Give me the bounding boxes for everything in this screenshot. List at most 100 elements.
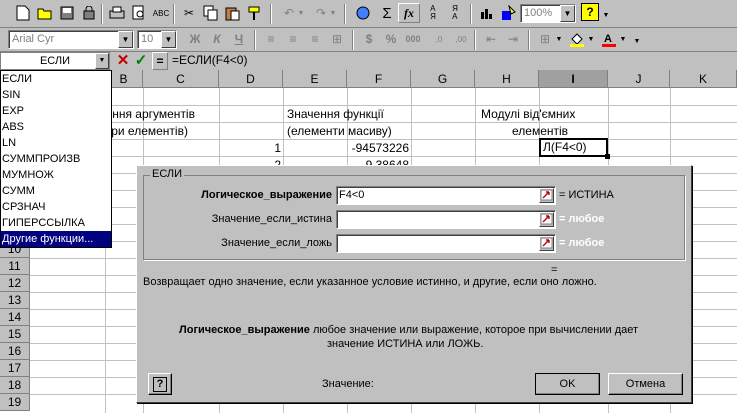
column-header-f[interactable]: F: [347, 70, 411, 88]
collapse-dialog-icon[interactable]: [539, 236, 554, 251]
thousands-button[interactable]: 000: [402, 29, 424, 49]
format-painter-icon[interactable]: [244, 3, 266, 23]
paste-icon[interactable]: [222, 3, 244, 23]
column-header-c[interactable]: C: [143, 70, 219, 88]
help-icon[interactable]: ?: [581, 3, 599, 21]
value-if-true-input[interactable]: [336, 210, 556, 229]
increase-decimal-icon[interactable]: ,0: [428, 29, 450, 49]
chevron-down-icon[interactable]: ▼: [161, 31, 176, 48]
function-item[interactable]: LN: [1, 135, 111, 151]
function-item[interactable]: СРЗНАЧ: [1, 199, 111, 215]
cell-h3[interactable]: елементів: [512, 124, 568, 138]
collapse-dialog-icon[interactable]: [539, 212, 554, 227]
toolbar-options-icon[interactable]: ▼: [632, 31, 642, 51]
value-if-false-input[interactable]: [336, 234, 556, 253]
fill-color-dropdown-icon[interactable]: ▼: [586, 29, 596, 49]
spelling-icon[interactable]: ABC: [150, 3, 172, 23]
new-icon[interactable]: [12, 3, 34, 23]
formula-input[interactable]: =ЕСЛИ(F4<0): [170, 52, 737, 70]
function-icon[interactable]: fx: [398, 3, 420, 23]
row-header[interactable]: 19: [0, 394, 30, 411]
more-functions-item[interactable]: Другие функции...: [1, 231, 111, 247]
cell-d4[interactable]: 1: [219, 141, 281, 155]
column-header-i[interactable]: I: [539, 70, 608, 88]
row-header[interactable]: 12: [0, 275, 30, 292]
name-box[interactable]: ЕСЛИ ▼: [0, 52, 110, 70]
row-header[interactable]: 17: [0, 360, 30, 377]
chart-icon[interactable]: [476, 3, 498, 23]
row-header[interactable]: 18: [0, 377, 30, 394]
chevron-down-icon[interactable]: ▼: [560, 5, 575, 22]
equals-button[interactable]: =: [152, 52, 168, 70]
logical-test-input[interactable]: F4<0: [336, 186, 556, 205]
column-header-d[interactable]: D: [219, 70, 283, 88]
enter-icon[interactable]: ✓: [133, 52, 149, 70]
column-header-k[interactable]: K: [670, 70, 737, 88]
align-center-icon[interactable]: ≡: [282, 29, 304, 49]
zoom-combo[interactable]: 100% ▼: [520, 4, 576, 23]
help-button[interactable]: ?: [148, 373, 172, 395]
hyperlink-icon[interactable]: [352, 3, 374, 23]
borders-icon[interactable]: ⊞: [534, 29, 556, 49]
row-header[interactable]: 16: [0, 343, 30, 360]
font-color-icon[interactable]: A: [598, 29, 620, 49]
merge-center-icon[interactable]: ⊞: [326, 29, 348, 49]
cancel-icon[interactable]: ✕: [115, 52, 131, 70]
borders-dropdown-icon[interactable]: ▼: [554, 29, 564, 49]
autosum-icon[interactable]: Σ: [376, 3, 398, 23]
ok-button[interactable]: OK: [535, 373, 600, 395]
currency-button[interactable]: $: [358, 29, 380, 49]
save-icon[interactable]: [56, 3, 78, 23]
decrease-indent-icon[interactable]: ⇤: [480, 29, 502, 49]
row-header[interactable]: 13: [0, 292, 30, 309]
function-item[interactable]: СУММПРОИЗВ: [1, 151, 111, 167]
chevron-down-icon[interactable]: ▼: [118, 31, 133, 48]
percent-button[interactable]: %: [380, 29, 402, 49]
underline-button[interactable]: Ч: [228, 29, 250, 49]
increase-indent-icon[interactable]: ⇥: [502, 29, 524, 49]
permission-icon[interactable]: [78, 3, 100, 23]
function-item[interactable]: ГИПЕРССЫЛКА: [1, 215, 111, 231]
align-left-icon[interactable]: ≡: [260, 29, 282, 49]
print-preview-icon[interactable]: [128, 3, 150, 23]
decrease-decimal-icon[interactable]: ,00: [450, 29, 472, 49]
drawing-icon[interactable]: [498, 3, 520, 23]
function-item[interactable]: МУМНОЖ: [1, 167, 111, 183]
cell-e3[interactable]: (елементи масиву): [287, 124, 392, 138]
fill-handle[interactable]: [605, 154, 610, 159]
function-item[interactable]: ЕСЛИ: [1, 71, 111, 87]
function-item[interactable]: СУММ: [1, 183, 111, 199]
function-item[interactable]: ABS: [1, 119, 111, 135]
cancel-button[interactable]: Отмена: [608, 373, 683, 395]
print-icon[interactable]: [106, 3, 128, 23]
font-combo[interactable]: Arial Cyr ▼: [8, 30, 134, 49]
sort-descending-icon[interactable]: ЯA: [444, 3, 466, 23]
collapse-dialog-icon[interactable]: [539, 188, 554, 203]
cell-e2[interactable]: Значення функції: [287, 107, 384, 121]
column-header-g[interactable]: G: [411, 70, 475, 88]
undo-dropdown-icon[interactable]: ▼: [296, 3, 306, 23]
column-header-h[interactable]: H: [475, 70, 539, 88]
align-right-icon[interactable]: ≡: [304, 29, 326, 49]
function-item[interactable]: EXP: [1, 103, 111, 119]
italic-button[interactable]: К: [206, 29, 228, 49]
toolbar-options-icon[interactable]: ▼: [601, 5, 611, 25]
open-icon[interactable]: [34, 3, 56, 23]
column-header-j[interactable]: J: [608, 70, 670, 88]
font-size-combo[interactable]: 10 ▼: [137, 30, 177, 49]
copy-icon[interactable]: [200, 3, 222, 23]
fill-color-icon[interactable]: [566, 29, 588, 49]
row-header[interactable]: 11: [0, 258, 30, 275]
row-header[interactable]: 14: [0, 309, 30, 326]
cell-f4[interactable]: -94573226: [347, 141, 409, 155]
cut-icon[interactable]: ✂: [178, 3, 200, 23]
sort-ascending-icon[interactable]: AЯ: [422, 3, 444, 23]
column-header-e[interactable]: E: [283, 70, 347, 88]
function-item[interactable]: SIN: [1, 87, 111, 103]
redo-dropdown-icon[interactable]: ▼: [328, 3, 338, 23]
cell-h2[interactable]: Модулі від'ємних: [481, 107, 575, 121]
bold-button[interactable]: Ж: [184, 29, 206, 49]
font-color-dropdown-icon[interactable]: ▼: [618, 29, 628, 49]
chevron-down-icon[interactable]: ▼: [95, 53, 109, 69]
row-header[interactable]: 15: [0, 326, 30, 343]
